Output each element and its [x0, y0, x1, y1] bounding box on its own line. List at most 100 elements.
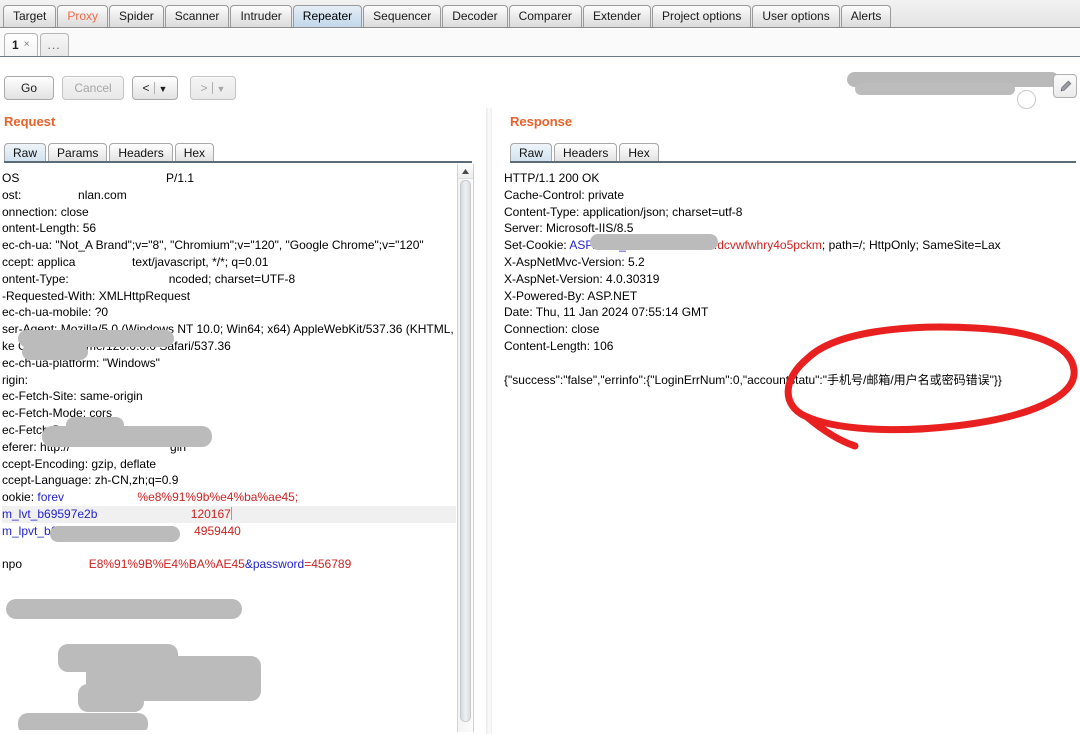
code-token: Content-Length: 106: [504, 338, 614, 353]
code-token: X-Powered-By: ASP.NET: [504, 288, 638, 303]
main-tab-alerts[interactable]: Alerts: [840, 5, 892, 27]
code-line: HTTP/1.1 200 OK: [504, 170, 1080, 187]
panel-splitter[interactable]: [486, 108, 492, 734]
main-tab-scanner[interactable]: Scanner: [164, 5, 230, 27]
scrollbar-thumb[interactable]: [460, 180, 471, 722]
code-line: {"success":"false","errinfo":{"LoginErrN…: [504, 372, 1080, 389]
code-token: Date: Thu, 11 Jan 2024 07:55:14 GMT: [504, 305, 709, 320]
code-line: Content-Type: application/json; charset=…: [504, 204, 1080, 221]
main-tab-comparer[interactable]: Comparer: [508, 5, 582, 27]
code-token: ccept-Encoding: gzip, deflate: [2, 456, 157, 471]
code-token: ec-ch-ua: "Not_A Brand";v="8", "Chromium…: [2, 238, 424, 253]
code-token: password: [252, 557, 305, 572]
code-token: ec-Fetch-Site: same-origin: [2, 389, 143, 404]
close-icon[interactable]: ×: [24, 34, 30, 56]
main-tab-decoder[interactable]: Decoder: [442, 5, 508, 27]
response-raw-editor[interactable]: HTTP/1.1 200 OK Cache-Control: private Con…: [502, 164, 1080, 730]
request-tab-hex[interactable]: Hex: [174, 143, 215, 163]
code-line: onnection: close: [2, 204, 456, 221]
main-tab-repeater[interactable]: Repeater: [292, 5, 363, 27]
code-token: {"success":"false","errinfo":{"LoginErrN…: [504, 372, 1002, 387]
request-tab-raw[interactable]: Raw: [4, 143, 47, 163]
main-tab-target[interactable]: Target: [3, 5, 57, 27]
redaction-circle-mark: [1017, 90, 1036, 109]
code-token: ontent-Length: 56: [2, 221, 97, 236]
code-line: ookie: forev %e8%91%9b%e4%ba%ae45;: [2, 489, 456, 506]
new-repeater-tab-button[interactable]: ...: [39, 33, 69, 56]
response-tab-raw[interactable]: Raw: [510, 143, 553, 163]
target-url-redaction-2: [855, 83, 1015, 95]
back-arrow-icon: <: [142, 81, 150, 95]
request-panel-title: Request: [4, 114, 56, 129]
code-line: npo E8%91%9B%E4%BA%AE45&password=456789: [2, 556, 456, 573]
code-line: Cache-Control: private: [504, 187, 1080, 204]
go-button[interactable]: Go: [4, 76, 54, 100]
code-line: ec-ch-ua: "Not_A Brand";v="8", "Chromium…: [2, 237, 456, 254]
code-token: Connection: close: [504, 322, 600, 337]
main-tab-extender[interactable]: Extender: [582, 5, 651, 27]
scroll-up-icon[interactable]: [458, 164, 473, 179]
code-token: E8%91%9B%E4%BA%AE45: [22, 557, 245, 572]
chevron-down-icon: ▼: [158, 84, 168, 94]
code-line: Date: Thu, 11 Jan 2024 07:55:14 GMT: [504, 304, 1080, 321]
burp-suite-window: Target Proxy Spider Scanner Intruder Repeater…: [0, 0, 1080, 734]
code-token: -Requested-With: XMLHttpRequest: [2, 288, 191, 303]
cancel-button[interactable]: Cancel: [62, 76, 124, 100]
response-tab-hex[interactable]: Hex: [619, 143, 659, 163]
redaction-blob: [42, 426, 212, 447]
main-tab-bar: Target Proxy Spider Scanner Intruder Repeater…: [0, 0, 1080, 28]
main-tab-user-options[interactable]: User options: [752, 5, 840, 27]
code-line: Connection: close: [504, 321, 1080, 338]
code-token: ookie:: [2, 490, 38, 505]
code-token: ost: nlan.com: [2, 187, 127, 202]
code-line: Server: Microsoft-IIS/8.5: [504, 220, 1080, 237]
code-token: Content-Type: application/json; charset=…: [504, 204, 743, 219]
request-raw-editor[interactable]: OS P/1.1 ost: nlan.com onnection: close ont…: [0, 164, 456, 730]
code-token: ontent-Type: ncoded; charset=UTF-8: [2, 271, 296, 286]
response-view-tabs: Raw Headers Hex: [510, 141, 661, 163]
divider: [153, 82, 155, 94]
repeater-tab-1[interactable]: 1 ×: [4, 33, 38, 56]
response-panel-title: Response: [510, 114, 573, 129]
edit-target-button[interactable]: [1053, 74, 1077, 98]
code-token: m_lvt_b69597e2b: [2, 506, 98, 521]
divider: [211, 82, 213, 94]
code-line: ec-ch-ua-mobile: ?0: [2, 304, 456, 321]
code-line: ontent-Type: ncoded; charset=UTF-8: [2, 271, 456, 288]
code-token: npo: [2, 557, 23, 572]
code-line: OS P/1.1: [2, 170, 456, 187]
code-token: X-AspNetMvc-Version: 5.2: [504, 254, 645, 269]
pencil-icon: [1060, 80, 1071, 91]
forward-button[interactable]: > ▼: [190, 76, 236, 100]
request-tab-params[interactable]: Params: [48, 143, 108, 163]
main-tab-proxy[interactable]: Proxy: [57, 5, 109, 27]
main-tab-sequencer[interactable]: Sequencer: [363, 5, 442, 27]
back-button[interactable]: < ▼: [132, 76, 178, 100]
code-line: ccept: applica text/javascript, */*; q=0…: [2, 254, 456, 271]
request-panel-edge: [473, 164, 474, 732]
code-token: forev: [37, 490, 65, 505]
code-token: %e8%91%9b%e4%ba%ae45;: [64, 490, 299, 505]
chevron-down-icon: ▼: [216, 84, 226, 94]
code-token: ccept: applica text/javascript, */*; q=0…: [2, 254, 269, 269]
code-line: m_lvt_b69597e2b 120167: [2, 505, 456, 523]
triangle-up-icon: [462, 168, 469, 174]
request-tabs-underline: [4, 161, 472, 163]
response-tab-headers[interactable]: Headers: [554, 143, 618, 163]
code-token: X-AspNet-Version: 4.0.30319: [504, 271, 660, 286]
response-tabs-underline: [510, 161, 1076, 163]
code-token: ec-ch-ua-mobile: ?0: [2, 305, 109, 320]
code-token: rigin:: [2, 372, 29, 387]
main-tab-intruder[interactable]: Intruder: [230, 5, 292, 27]
code-line: X-Powered-By: ASP.NET: [504, 288, 1080, 305]
code-line: ontent-Length: 56: [2, 220, 456, 237]
code-token: OS: [2, 171, 20, 185]
forward-arrow-icon: >: [200, 81, 208, 95]
redaction-blob: [590, 234, 718, 250]
request-vertical-scrollbar[interactable]: [457, 164, 473, 732]
main-tab-project-options[interactable]: Project options: [651, 5, 752, 27]
redaction-blob: [50, 526, 180, 542]
main-tab-spider[interactable]: Spider: [109, 5, 164, 27]
request-tab-headers[interactable]: Headers: [109, 143, 173, 163]
